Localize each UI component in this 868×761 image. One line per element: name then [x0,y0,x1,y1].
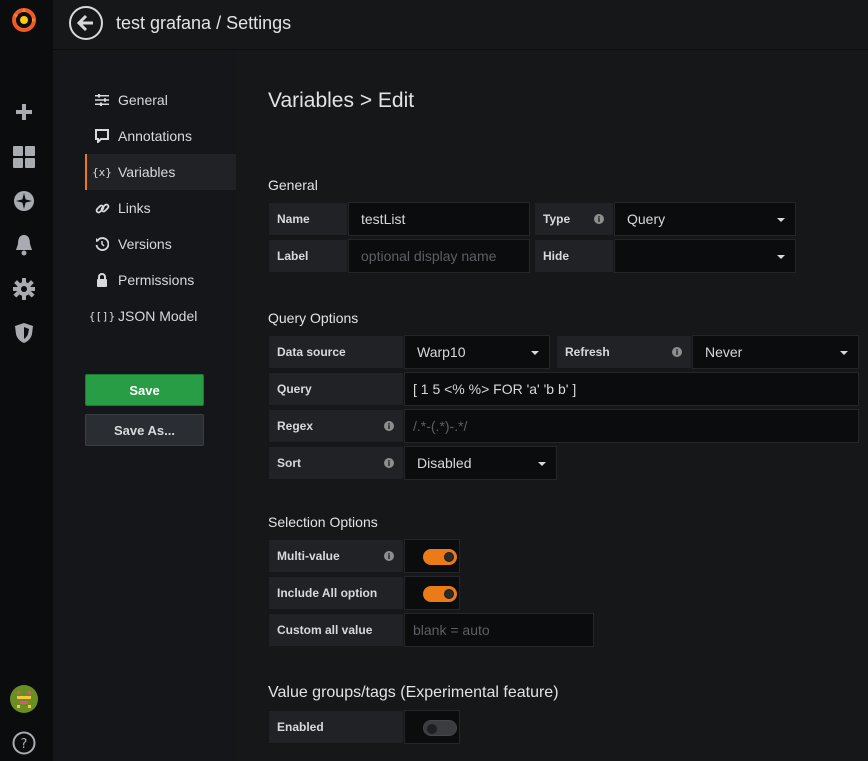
regex-label-text: Regex [277,419,314,433]
bell-icon[interactable] [10,231,38,259]
query-input[interactable]: [ 1 5 <% %> FOR 'a' 'b b' ] [404,372,859,406]
datasource-select[interactable]: Warp10 [404,335,550,369]
page-breadcrumb[interactable]: test grafana / Settings [116,13,291,34]
side-menu: ? [0,0,53,761]
caret-down-icon [538,462,546,466]
query-label: Query [268,372,404,406]
link-icon [94,200,110,216]
datasource-label: Data source [268,335,404,369]
type-label-text: Type [543,212,571,226]
multi-value-label: Multi-value i [268,539,404,573]
multi-value-toggle[interactable] [404,539,460,573]
info-icon[interactable]: i [384,458,394,468]
include-all-switch[interactable] [423,586,457,602]
svg-text:?: ? [21,737,28,752]
caret-down-icon [777,255,785,259]
explore-icon[interactable] [10,187,38,215]
help-icon[interactable]: ? [10,729,38,757]
multi-value-label-text: Multi-value [277,549,340,563]
shield-icon[interactable] [10,319,38,347]
name-input[interactable]: testList [348,202,530,236]
sort-label: Sort i [268,446,404,480]
label-input[interactable]: optional display name [348,239,530,273]
save-as-button[interactable]: Save As... [85,414,204,446]
caret-down-icon [531,351,539,355]
name-label: Name [268,202,348,236]
enabled-toggle[interactable] [404,710,460,744]
include-all-label: Include All option [268,576,404,610]
topbar: test grafana / Settings [53,0,868,50]
info-icon[interactable]: i [672,347,682,357]
nav-item-variables[interactable]: {x} Variables [85,154,236,190]
gear-icon[interactable] [10,275,38,303]
label-label: Label [268,239,348,273]
type-select[interactable]: Query [614,202,796,236]
type-select-value: Query [627,211,666,227]
regex-input[interactable]: /.*-(.*)-.*/ [404,409,859,443]
type-label: Type i [534,202,614,236]
app-root: ? test grafana / Settings General Annota… [0,0,868,761]
switch-knob [444,552,454,562]
include-all-toggle[interactable] [404,576,460,610]
nav-label: Permissions [118,272,195,288]
nav-item-json-model[interactable]: {[]} JSON Model [85,298,236,334]
nav-item-permissions[interactable]: Permissions [85,262,236,298]
nav-item-annotations[interactable]: Annotations [85,118,236,154]
json-icon: {[]} [88,309,116,323]
nav-label: JSON Model [118,308,198,324]
refresh-label-text: Refresh [565,345,610,359]
info-icon[interactable]: i [384,551,394,561]
refresh-select-value: Never [705,344,743,360]
nav-label: Annotations [118,128,192,144]
caret-down-icon [840,351,848,355]
nav-label: General [118,92,168,108]
multi-value-switch[interactable] [423,549,457,565]
regex-label: Regex i [268,409,404,443]
custom-all-input[interactable]: blank = auto [404,613,594,647]
nav-label: Variables [118,164,176,180]
sort-label-text: Sort [277,456,301,470]
enabled-switch[interactable] [423,720,457,736]
sort-select[interactable]: Disabled [404,446,557,480]
variable-icon: {x} [92,165,112,179]
plus-icon[interactable] [10,98,38,126]
enabled-label: Enabled [268,710,404,744]
lock-icon [94,272,110,288]
section-title-general: General [268,177,318,193]
nav-item-general[interactable]: General [85,82,236,118]
nav-item-versions[interactable]: Versions [85,226,236,262]
custom-all-label: Custom all value [268,613,404,647]
main-content: Variables > Edit General Name testList T… [236,51,868,761]
save-button[interactable]: Save [85,374,204,406]
hide-label: Hide [534,239,614,273]
sliders-icon [94,92,110,108]
info-icon[interactable]: i [384,421,394,431]
refresh-label: Refresh i [556,335,692,369]
hide-select[interactable] [614,239,796,273]
dashboards-icon[interactable] [10,143,38,171]
caret-down-icon [777,218,785,222]
arrow-left-icon [77,14,93,32]
nav-item-links[interactable]: Links [85,190,236,226]
back-button[interactable] [69,6,103,40]
section-title-value-groups: Value groups/tags (Experimental feature) [268,684,559,701]
switch-knob [427,724,437,734]
nav-label: Versions [118,236,172,252]
refresh-select[interactable]: Never [692,335,859,369]
sort-select-value: Disabled [417,455,472,471]
nav-label: Links [118,200,151,216]
section-title-selection-options: Selection Options [268,514,378,530]
switch-knob [444,589,454,599]
grafana-logo-icon[interactable] [10,6,38,34]
history-icon [94,236,110,252]
section-title-query-options: Query Options [268,310,359,326]
settings-nav: General Annotations {x} Variables Links … [53,51,236,761]
info-icon[interactable]: i [594,214,604,224]
datasource-select-value: Warp10 [417,344,466,360]
avatar[interactable] [10,685,38,713]
comment-icon [94,128,110,144]
page-title: Variables > Edit [268,89,415,112]
